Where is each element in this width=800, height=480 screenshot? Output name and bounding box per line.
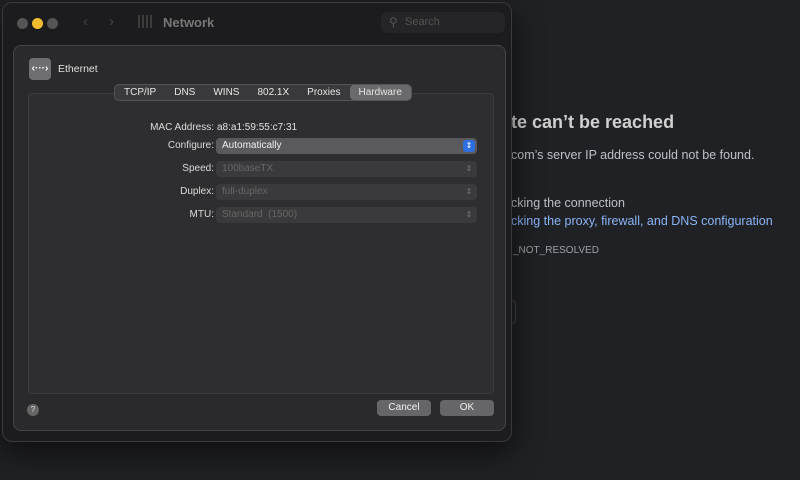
close-button[interactable] [17, 18, 28, 29]
speed-value: 100baseTX [222, 163, 274, 174]
speed-row: Speed: 100baseTX ⇕ [14, 161, 494, 177]
tab-8021x[interactable]: 802.1X [248, 85, 298, 100]
tab-wins[interactable]: WINS [204, 85, 248, 100]
configure-label: Configure: [167, 140, 214, 151]
back-icon[interactable]: ‹ [83, 13, 88, 30]
duplex-row: Duplex: full-duplex ⇕ [14, 184, 494, 200]
duplex-label: Duplex: [180, 186, 214, 197]
zoom-button[interactable] [47, 18, 58, 29]
configure-value: Automatically [222, 140, 282, 151]
duplex-select[interactable]: full-duplex ⇕ [216, 184, 477, 200]
network-window: ‹ › Network ⚲ Search ‹···› Ethernet TCP/I… [2, 2, 512, 442]
show-all-grid-icon[interactable] [138, 15, 153, 28]
minimize-button[interactable] [32, 18, 43, 29]
error-message: com’s server IP address could not be fou… [511, 148, 755, 162]
speed-label: Speed: [182, 163, 214, 174]
mtu-row: MTU: Standard (1500) ⇕ [14, 207, 494, 223]
chevron-updown-icon: ⇕ [463, 140, 475, 152]
chevron-updown-icon: ⇕ [465, 210, 473, 219]
error-code: _NOT_RESOLVED [513, 245, 599, 256]
search-icon: ⚲ [389, 15, 398, 29]
ethernet-icon: ‹···› [29, 58, 51, 80]
duplex-value: full-duplex [222, 186, 268, 197]
service-name: Ethernet [58, 63, 98, 75]
tab-bar: TCP/IP DNS WINS 802.1X Proxies Hardware [114, 84, 412, 101]
mtu-label: MTU: [189, 209, 214, 220]
mac-value: a8:a1:59:55:c7:31 [217, 122, 298, 133]
search-placeholder: Search [405, 16, 440, 28]
tab-hardware[interactable]: Hardware [349, 85, 411, 100]
speed-select[interactable]: 100baseTX ⇕ [216, 161, 477, 177]
tab-dns[interactable]: DNS [165, 85, 204, 100]
mtu-select[interactable]: Standard (1500) ⇕ [216, 207, 477, 223]
error-heading: te can’t be reached [511, 112, 675, 132]
mac-row: MAC Address: a8:a1:59:55:c7:31 [14, 120, 494, 136]
hardware-sheet: ‹···› Ethernet TCP/IP DNS WINS 802.1X Pr… [13, 45, 506, 431]
forward-icon[interactable]: › [109, 13, 114, 30]
configure-select[interactable]: Automatically ⇕ [216, 138, 477, 154]
search-input[interactable]: ⚲ Search [381, 12, 505, 33]
suggestion-connection: cking the connection [511, 196, 625, 210]
window-title: Network [163, 15, 215, 30]
chevron-updown-icon: ⇕ [465, 187, 473, 196]
ok-button[interactable]: OK [440, 400, 494, 416]
tab-proxies[interactable]: Proxies [298, 85, 349, 100]
mac-label: MAC Address: [150, 122, 214, 133]
cancel-button[interactable]: Cancel [377, 400, 431, 416]
chevron-updown-icon: ⇕ [465, 164, 473, 173]
configure-row: Configure: Automatically ⇕ [14, 138, 494, 154]
help-button[interactable]: ? [27, 404, 39, 416]
mtu-value: Standard (1500) [222, 209, 298, 220]
tab-tcpip[interactable]: TCP/IP [115, 85, 165, 100]
suggestion-proxy-link[interactable]: cking the proxy, firewall, and DNS confi… [511, 214, 773, 228]
